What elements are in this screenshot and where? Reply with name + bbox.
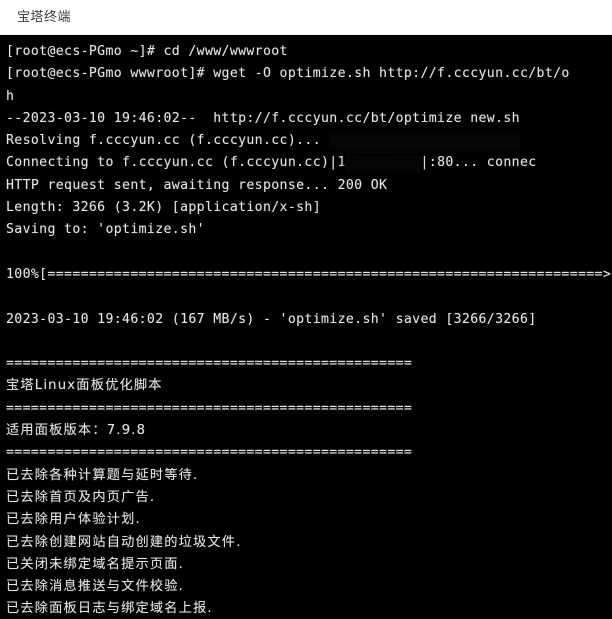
terminal-line-content-length: Length: 3266 (3.2K) [application/x-sh] [6, 200, 322, 216]
connecting-text: Connecting to f.cccyun.cc (f.cccyun.cc)|… [6, 155, 346, 171]
terminal-line-wget-resolving: Resolving f.cccyun.cc (f.cccyun.cc)... 1… [6, 130, 612, 153]
terminal-line-wget-start: --2023-03-10 19:46:02-- http://f.cccyun.… [6, 110, 520, 126]
connecting-port-text: |:80... connec [420, 155, 537, 171]
window-title: 宝塔终端 [17, 9, 72, 25]
window-titlebar: 宝塔终端 [0, 0, 612, 35]
terminal-line-script-title: 宝塔Linux面板优化脚本 [6, 378, 163, 394]
terminal-line-progress-bar: 100%[===================================… [6, 266, 612, 282]
terminal-line-feature-4: 已去除创建网站自动创建的垃圾文件. [6, 534, 242, 550]
terminal-line-feature-1: 已去除各种计算题与延时等待. [6, 467, 199, 483]
resolving-text: Resolving f.cccyun.cc (f.cccyun.cc)... [6, 133, 330, 149]
terminal-line-feature-2: 已去除首页及内页广告. [6, 489, 156, 505]
terminal-separator: ========================================… [6, 356, 413, 372]
terminal-line-wget-connecting: Connecting to f.cccyun.cc (f.cccyun.cc)|… [6, 152, 612, 175]
terminal-line-panel-version: 适用面板版本：7.9.8 [6, 423, 147, 439]
terminal-line-download-saved: 2023-03-10 19:46:02 (167 MB/s) - 'optimi… [6, 311, 537, 327]
terminal-line-command-cd: [root@ecs-PGmo ~]# cd /www/wwwroot [6, 44, 288, 59]
terminal-line-saving-to: Saving to: 'optimize.sh' [6, 222, 205, 238]
redacted-ip-address-2: 22 223 [345, 152, 421, 175]
terminal-line-command-wget-wrap: h [6, 88, 15, 104]
redacted-ip-address: 12 100, 1 . 34.150 [329, 130, 520, 153]
terminal-line-command-wget: [root@ecs-PGmo wwwroot]# wget -O optimiz… [6, 66, 570, 82]
terminal-line-feature-5: 已关闭未绑定域名提示页面. [6, 556, 185, 572]
terminal-separator: ========================================… [6, 400, 413, 416]
terminal-line-feature-3: 已去除用户体验计划. [6, 512, 141, 528]
terminal-line-feature-7: 已去除面板日志与绑定域名上报. [6, 601, 213, 617]
terminal-line-http-status: HTTP request sent, awaiting response... … [6, 177, 388, 193]
terminal-window: 宝塔终端 [root@ecs-PGmo ~]# cd /www/wwwroot … [0, 0, 612, 619]
terminal-output-area[interactable]: [root@ecs-PGmo ~]# cd /www/wwwroot [root… [0, 35, 612, 619]
terminal-line-feature-6: 已去除消息推送与文件校验. [6, 579, 185, 595]
terminal-separator: ========================================… [6, 445, 413, 461]
